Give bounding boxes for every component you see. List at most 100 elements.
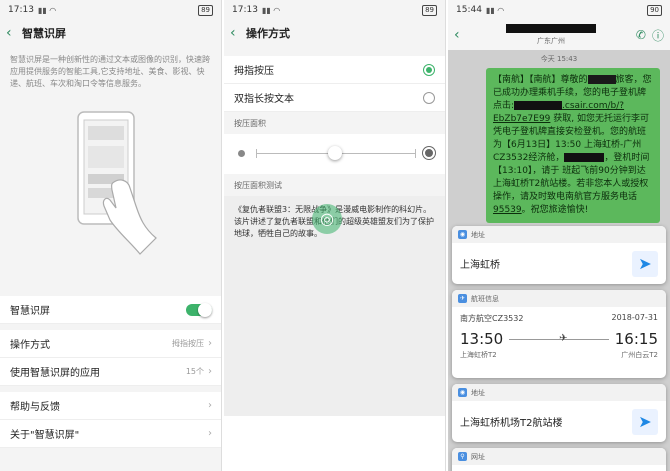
- pressure-test-section-title: 按压面积测试: [224, 174, 445, 196]
- chevron-right-icon: ›: [208, 366, 212, 377]
- pressure-area-slider[interactable]: [224, 134, 445, 174]
- flight-airline: 南方航空CZ3532: [460, 314, 524, 323]
- back-arrow-icon[interactable]: ‹: [6, 25, 18, 41]
- redacted-link: [514, 101, 563, 110]
- plane-icon: ✈: [559, 332, 568, 344]
- flight-route-line: ✈: [509, 333, 609, 344]
- slider-tick: [415, 149, 416, 158]
- large-dot-icon: [423, 147, 435, 159]
- chat-header: ‹ 广东广州 ✆ ⓘ: [448, 20, 670, 50]
- screen-settings-smart-screen: 17:13 ▮▮ ◠ 89 ‹ 智慧识屏 智慧识屏是一种创新性的通过文本或图像的…: [0, 0, 222, 471]
- card-body: 上海虹桥 ➤: [452, 243, 666, 284]
- address-text: 上海虹桥: [460, 260, 500, 271]
- service-phone-link[interactable]: 95539: [493, 205, 522, 215]
- departure-airport: 上海虹桥T2: [460, 351, 497, 359]
- screen-operation-mode: 17:13 ▮▮ ◠ 89 ‹ 操作方式 拇指按压 双指长按文本 按压面积 按压…: [224, 0, 446, 471]
- signal-icon: ▮▮ ◠: [261, 5, 281, 15]
- status-time: 17:13: [232, 5, 258, 15]
- flight-times: 13:50 ✈ 16:15: [452, 324, 666, 348]
- pressure-test-area[interactable]: 《复仇者联盟3：无限战争》是漫威电影制作的科幻片。该片讲述了复仇者联盟和他们的超…: [224, 196, 445, 416]
- battery-icon: 89: [422, 4, 437, 16]
- chat-title: 广东广州: [472, 24, 630, 47]
- apps-using-row[interactable]: 使用智慧识屏的应用 15个 ›: [0, 358, 221, 386]
- help-feedback-row[interactable]: 帮助与反馈 ›: [0, 392, 221, 420]
- radio-unselected-icon[interactable]: [423, 91, 435, 104]
- card-header: ✈ 航班信息: [452, 290, 666, 307]
- location-icon: ◉: [458, 230, 467, 239]
- operation-mode-label: 操作方式: [10, 340, 50, 351]
- about-row[interactable]: 关于"智慧识屏" ›: [0, 420, 221, 448]
- card-body: 上海虹桥机场T2航站楼 ➤: [452, 401, 666, 442]
- card-header-label: 网址: [471, 452, 485, 461]
- status-bar: 17:13 ▮▮ ◠ 89: [224, 0, 445, 20]
- card-header: ⚲ 网址: [452, 448, 666, 465]
- radio-selected-icon[interactable]: [423, 63, 435, 76]
- flight-top-row: 南方航空CZ3532 2018-07-31: [452, 307, 666, 324]
- option-label: 拇指按压: [234, 66, 274, 77]
- departure-time: 13:50: [460, 330, 504, 348]
- navigate-arrow-icon[interactable]: ➤: [632, 408, 658, 435]
- operation-mode-row[interactable]: 操作方式 拇指按压 ›: [0, 330, 221, 358]
- back-arrow-icon[interactable]: ‹: [454, 27, 466, 43]
- pressure-area-section-title: 按压面积: [224, 112, 445, 134]
- smart-screen-toggle-row[interactable]: 智慧识屏: [0, 296, 221, 324]
- status-time: 15:44: [456, 5, 482, 15]
- card-header-label: 地址: [471, 230, 485, 239]
- chevron-right-icon: ›: [208, 400, 212, 411]
- flight-icon: ✈: [458, 294, 467, 303]
- msg-text: 。祝您旅途愉快!: [521, 205, 589, 215]
- slider-thumb[interactable]: [328, 146, 342, 160]
- operation-mode-value: 拇指按压: [172, 339, 204, 348]
- option-two-finger[interactable]: 双指长按文本: [224, 84, 445, 112]
- about-label: 关于"智慧识屏": [10, 430, 80, 441]
- card-header-label: 航班信息: [471, 294, 499, 303]
- flight-date: 2018-07-31: [611, 313, 659, 322]
- smart-screen-toggle[interactable]: [186, 302, 212, 317]
- phone-hand-illustration-icon: [77, 111, 157, 255]
- url-card[interactable]: ⚲ 网址: [452, 448, 666, 471]
- option-thumb-press[interactable]: 拇指按压: [224, 56, 445, 84]
- signal-icon: ▮▮ ◠: [37, 5, 57, 15]
- status-bar: 15:44 ▮▮ ◠ 90: [448, 0, 670, 20]
- address-card-2[interactable]: ◉ 地址 上海虹桥机场T2航站楼 ➤: [452, 384, 666, 442]
- feature-description: 智慧识屏是一种创新性的通过文本或图像的识别，快速跨应用提供服务的智能工具,它支持…: [10, 55, 210, 88]
- battery-icon: 90: [647, 4, 662, 16]
- smart-screen-toggle-group: 智慧识屏: [0, 296, 221, 324]
- help-group: 帮助与反馈 › 关于"智慧识屏" ›: [0, 392, 221, 448]
- redacted-seat: [564, 153, 605, 162]
- slider-tick: [256, 149, 257, 158]
- navigate-arrow-icon[interactable]: ➤: [632, 250, 658, 277]
- message-date: 今天 15:43: [540, 55, 578, 63]
- page-title: 操作方式: [246, 27, 290, 40]
- card-header: ◉ 地址: [452, 226, 666, 243]
- address-card[interactable]: ◉ 地址 上海虹桥 ➤: [452, 226, 666, 284]
- location-icon: ◉: [458, 388, 467, 397]
- link-icon: ⚲: [458, 452, 467, 461]
- phone-icon[interactable]: ✆: [636, 28, 646, 42]
- small-dot-icon: [238, 150, 245, 157]
- card-header-label: 地址: [471, 388, 485, 397]
- flight-info-card[interactable]: ✈ 航班信息 南方航空CZ3532 2018-07-31 13:50 ✈ 16:…: [452, 290, 666, 378]
- option-label: 双指长按文本: [234, 94, 294, 105]
- msg-text: 【南航】【南航】尊敬的: [493, 75, 588, 85]
- redacted-name: [587, 75, 616, 84]
- apps-count-value: 15个: [185, 367, 204, 376]
- screen-sms-recognition: 15:44 ▮▮ ◠ 90 ‹ 广东广州 ✆ ⓘ 今天 15:43 【南航】【南…: [448, 0, 670, 471]
- redacted-sender: [505, 24, 596, 33]
- arrival-airport: 广州白云T2: [621, 351, 658, 359]
- chevron-right-icon: ›: [208, 428, 212, 439]
- sms-message-bubble[interactable]: 【南航】【南航】尊敬的 旅客，您已成功办理乘机手续，您的电子登机牌点击: .csai…: [486, 68, 660, 223]
- apps-using-label: 使用智慧识屏的应用: [10, 368, 100, 379]
- title-bar: ‹ 操作方式: [224, 20, 445, 46]
- help-feedback-label: 帮助与反馈: [10, 402, 60, 413]
- title-bar: ‹ 智慧识屏: [0, 20, 221, 46]
- settings-group: 操作方式 拇指按压 › 使用智慧识屏的应用 15个 ›: [0, 330, 221, 386]
- flight-airports: 上海虹桥T2 广州白云T2: [452, 348, 666, 366]
- battery-icon: 89: [198, 4, 213, 16]
- signal-icon: ▮▮ ◠: [485, 5, 505, 15]
- back-arrow-icon[interactable]: ‹: [230, 25, 242, 41]
- page-title: 智慧识屏: [22, 27, 66, 40]
- status-time: 17:13: [8, 5, 34, 15]
- fingerprint-icon: ◎: [312, 204, 342, 234]
- info-icon[interactable]: ⓘ: [652, 27, 664, 44]
